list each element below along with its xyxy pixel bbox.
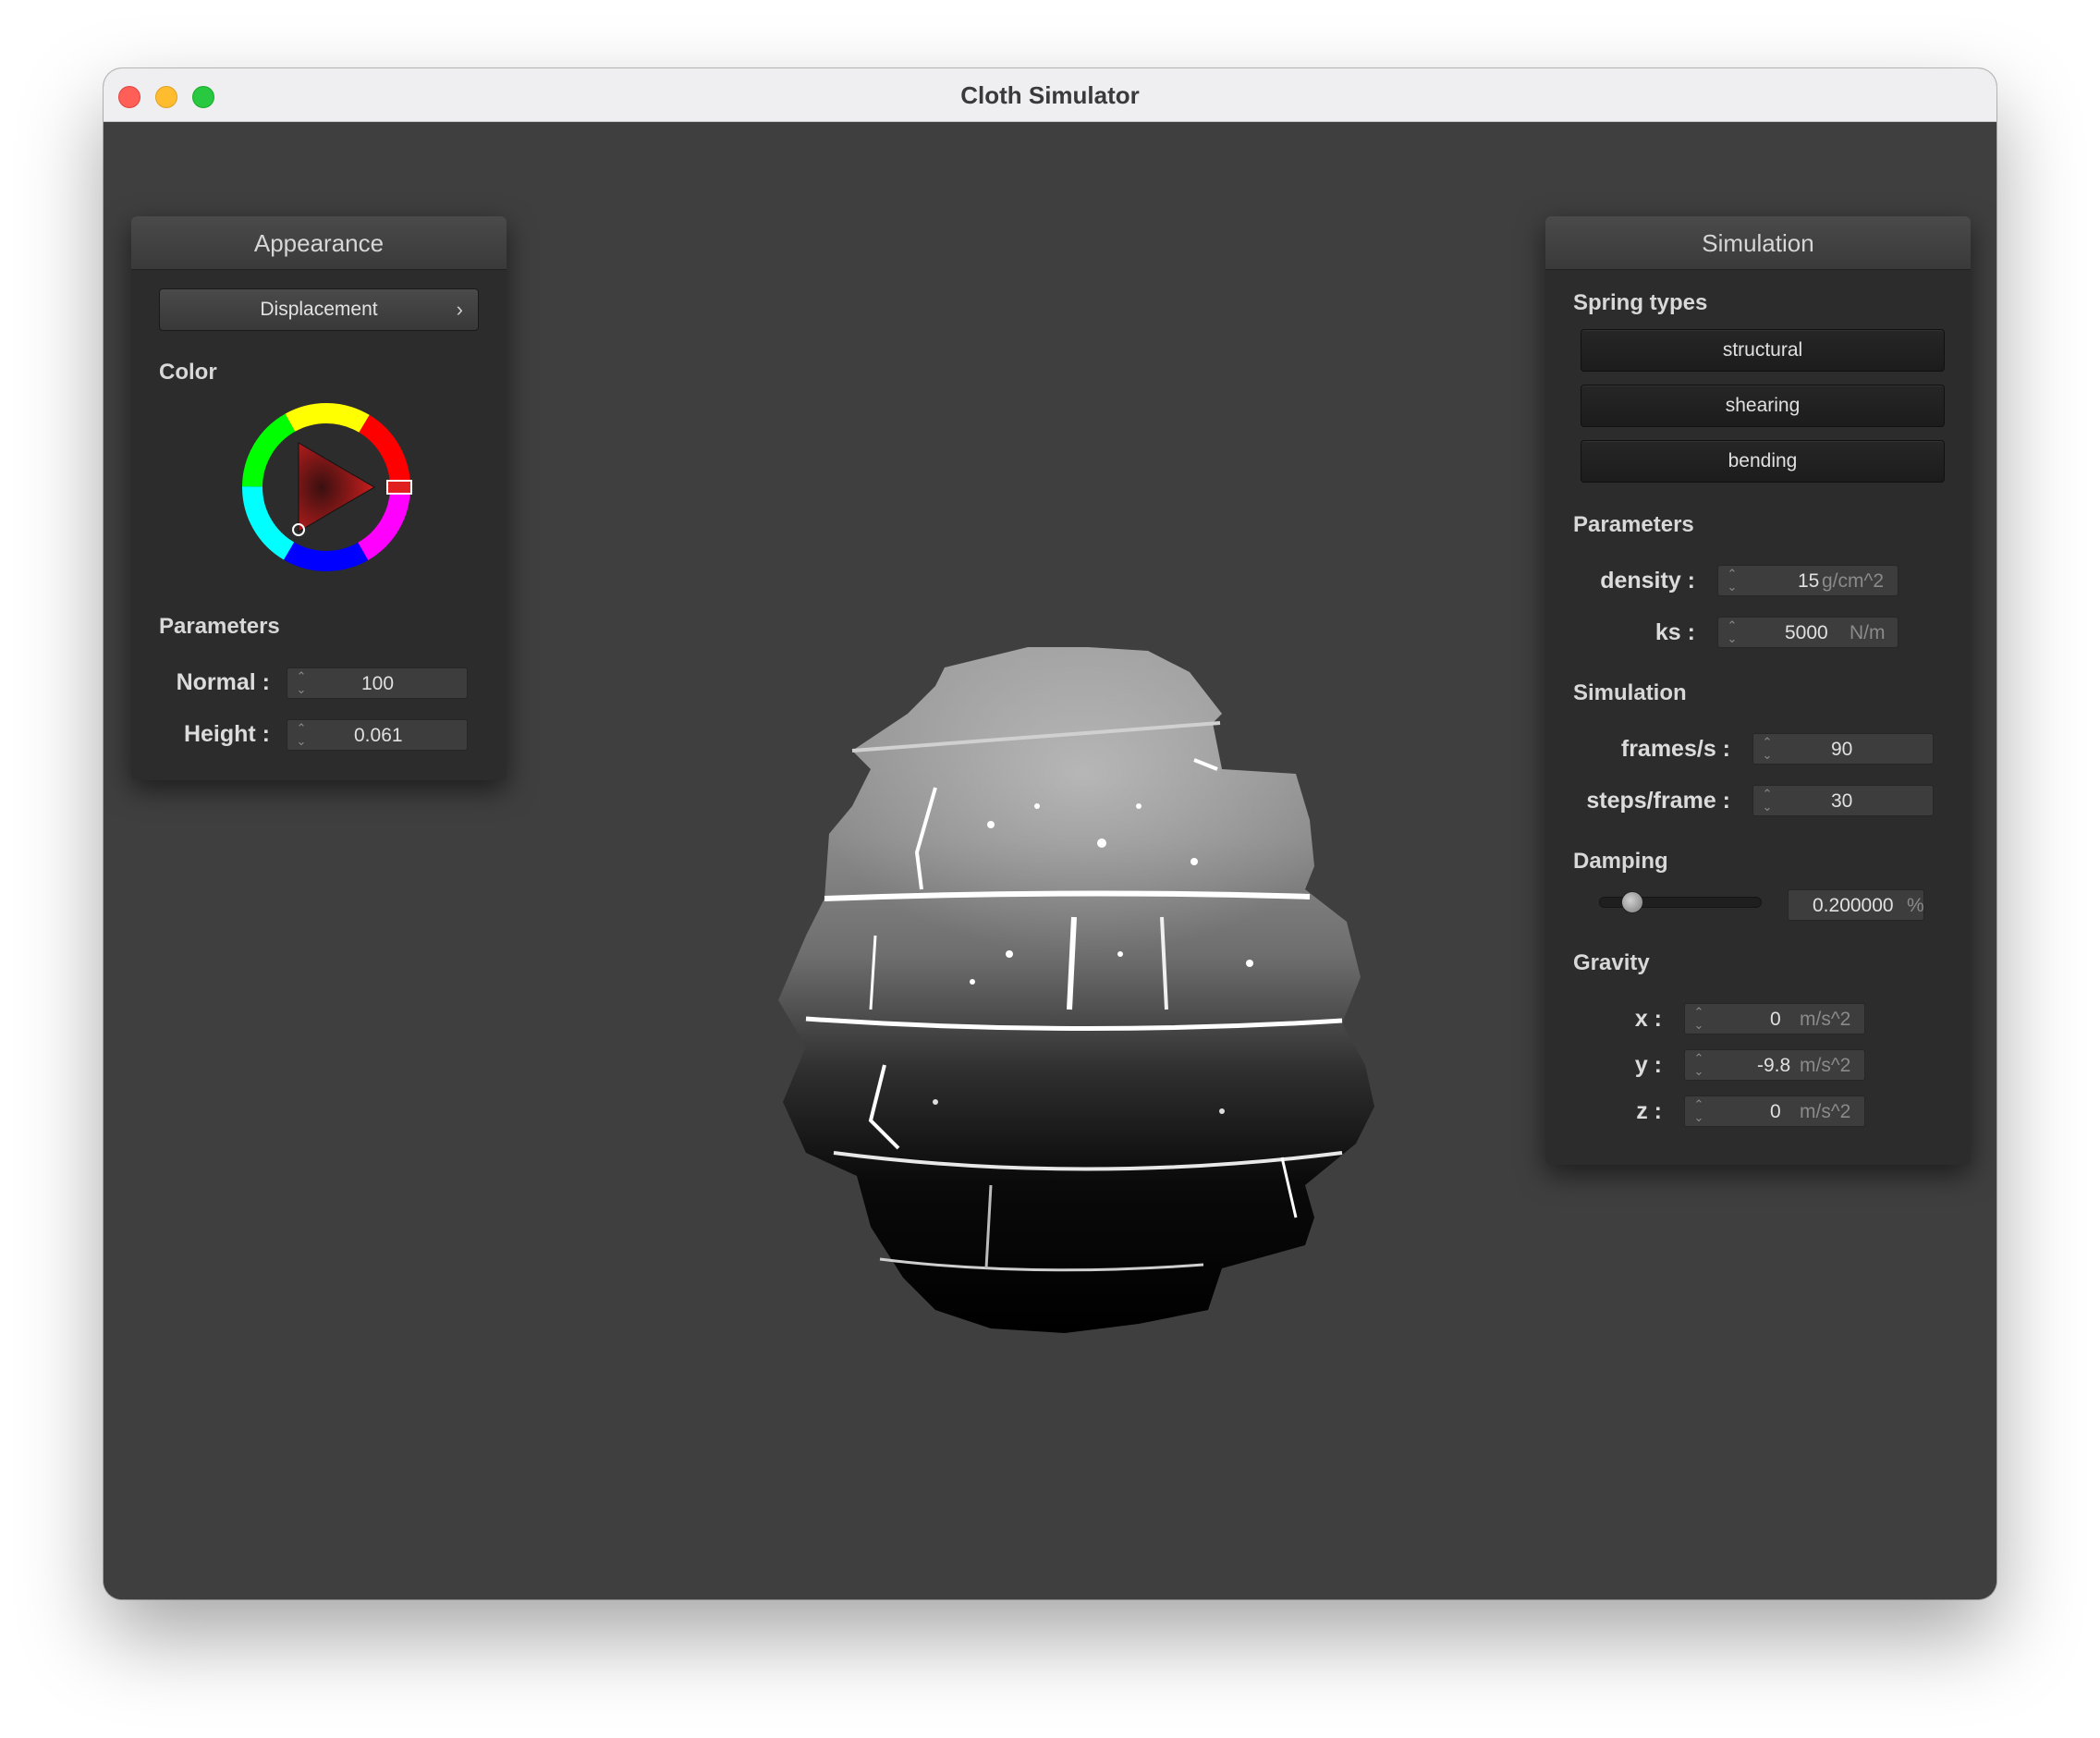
gravity-y-label: y : — [1634, 1052, 1662, 1078]
height-label: Height : — [183, 721, 270, 747]
damping-slider[interactable] — [1599, 891, 1762, 913]
render-viewport[interactable]: Appearance Displacement › Color Paramete… — [104, 122, 1996, 1599]
gravity-z-label: z : — [1636, 1098, 1662, 1124]
appearance-panel: Appearance Displacement › Color Paramete… — [131, 216, 507, 780]
steps-field[interactable]: ⌃ ⌄ 30 — [1752, 785, 1934, 816]
damping-label: Damping — [1573, 849, 1668, 874]
height-value: 0.061 — [354, 725, 403, 746]
fps-stepper[interactable]: ⌃ ⌄ — [1761, 736, 1774, 762]
simulation-section-label: Simulation — [1573, 680, 1687, 705]
ks-unit: N/m — [1850, 622, 1886, 643]
window-title: Cloth Simulator — [960, 81, 1140, 109]
damping-slider-knob[interactable] — [1621, 891, 1644, 913]
gravity-x-unit: m/s^2 — [1800, 1009, 1851, 1030]
ks-value: 5000 — [1785, 622, 1828, 643]
steps-value: 30 — [1831, 790, 1853, 812]
gravity-z-stepper[interactable]: ⌃ ⌄ — [1692, 1098, 1705, 1124]
gravity-z-value: 0 — [1770, 1101, 1781, 1122]
gravity-x-stepper[interactable]: ⌃ ⌄ — [1692, 1006, 1705, 1032]
gravity-z-unit: m/s^2 — [1800, 1101, 1851, 1122]
ks-label: ks : — [1654, 619, 1695, 645]
normal-field[interactable]: ⌃ ⌄ 100 — [287, 667, 468, 699]
app-window: Cloth Simulator Appearance Displacement … — [104, 68, 1996, 1599]
spring-structural-button[interactable]: structural — [1581, 329, 1945, 372]
appearance-panel-header[interactable]: Appearance — [131, 216, 507, 270]
fps-label: frames/s : — [1620, 736, 1730, 762]
color-wheel[interactable] — [240, 401, 412, 573]
normal-label: Normal : — [176, 669, 270, 695]
gravity-label: Gravity — [1573, 950, 1650, 975]
sim-parameters-label: Parameters — [1573, 512, 1694, 537]
height-stepper[interactable]: ⌃ ⌄ — [295, 722, 308, 748]
gravity-y-stepper[interactable]: ⌃ ⌄ — [1692, 1052, 1705, 1078]
appearance-parameters-label: Parameters — [159, 614, 280, 639]
damping-value: 0.200000 — [1813, 895, 1894, 916]
spring-bending-button[interactable]: bending — [1581, 440, 1945, 483]
shader-select-button[interactable]: Displacement › — [159, 288, 479, 331]
damping-unit: % — [1907, 895, 1924, 916]
simulation-panel: Simulation Spring types structural shear… — [1545, 216, 1971, 1165]
gravity-y-value: -9.8 — [1757, 1055, 1791, 1076]
gravity-x-label: x : — [1634, 1006, 1662, 1032]
density-field[interactable]: ⌃ ⌄ 15 g/cm^2 — [1717, 565, 1899, 596]
shader-select-label: Displacement — [260, 299, 378, 320]
gravity-x-field[interactable]: ⌃ ⌄ 0 m/s^2 — [1684, 1003, 1865, 1034]
cloth-mesh — [778, 647, 1374, 1333]
spring-types-label: Spring types — [1573, 290, 1708, 315]
ks-stepper[interactable]: ⌃ ⌄ — [1726, 619, 1739, 645]
normal-value: 100 — [361, 673, 395, 694]
density-label: density : — [1600, 568, 1695, 594]
title-bar: Cloth Simulator — [104, 68, 1996, 122]
steps-stepper[interactable]: ⌃ ⌄ — [1761, 788, 1774, 814]
fps-value: 90 — [1831, 739, 1853, 760]
chevron-right-icon: › — [456, 298, 463, 321]
color-section-label: Color — [159, 360, 217, 385]
ks-field[interactable]: ⌃ ⌄ 5000 N/m — [1717, 617, 1899, 648]
steps-label: steps/frame : — [1586, 788, 1730, 814]
spring-shearing-button[interactable]: shearing — [1581, 385, 1945, 427]
height-field[interactable]: ⌃ ⌄ 0.061 — [287, 719, 468, 751]
simulation-panel-header[interactable]: Simulation — [1545, 216, 1971, 270]
gravity-y-field[interactable]: ⌃ ⌄ -9.8 m/s^2 — [1684, 1049, 1865, 1081]
damping-field[interactable]: 0.200000 % — [1788, 889, 1924, 921]
gravity-x-value: 0 — [1770, 1009, 1781, 1030]
fps-field[interactable]: ⌃ ⌄ 90 — [1752, 733, 1934, 765]
gravity-y-unit: m/s^2 — [1800, 1055, 1851, 1076]
density-unit: g/cm^2 — [1822, 570, 1885, 592]
normal-stepper[interactable]: ⌃ ⌄ — [295, 670, 308, 696]
gravity-z-field[interactable]: ⌃ ⌄ 0 m/s^2 — [1684, 1095, 1865, 1127]
density-stepper[interactable]: ⌃ ⌄ — [1726, 568, 1739, 594]
density-value: 15 — [1798, 570, 1820, 592]
